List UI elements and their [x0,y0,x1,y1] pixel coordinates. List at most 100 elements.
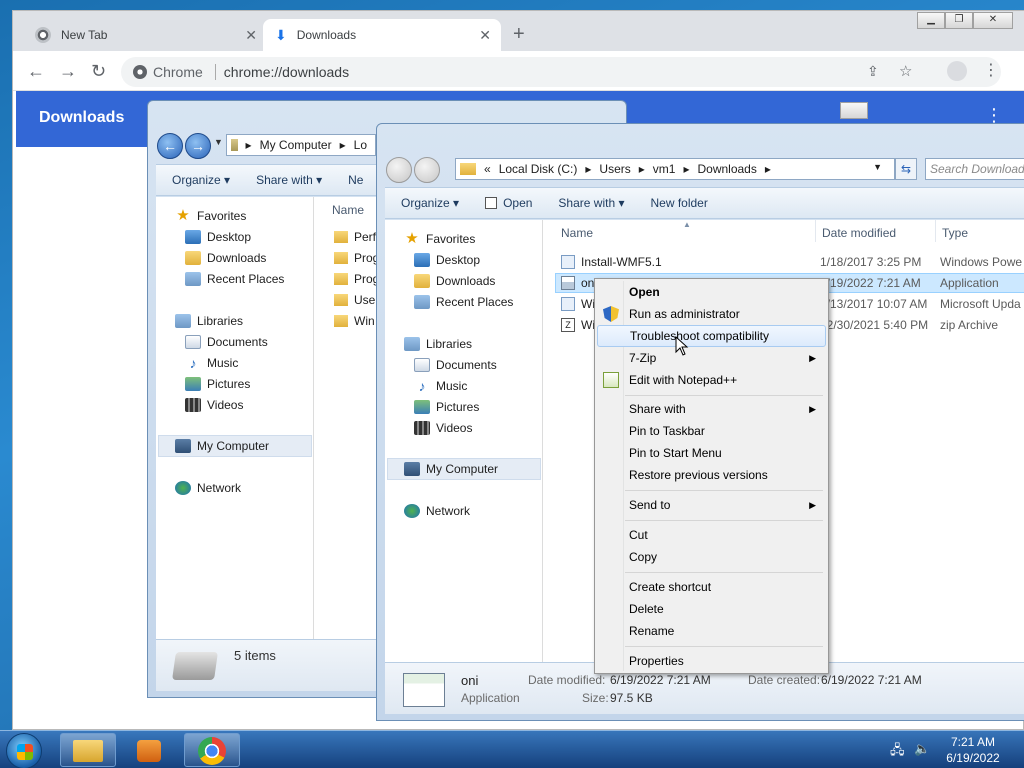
taskbar-media-player[interactable] [122,733,178,767]
nav-libraries[interactable]: Libraries [175,314,243,328]
reload-button[interactable]: ↻ [91,61,106,82]
menu-item-edit-with-notepad[interactable]: Edit with Notepad++ [597,369,826,391]
nav-recent-places[interactable]: Recent Places [414,295,513,309]
minimize-button[interactable]: ▁ [917,12,945,29]
address-bar[interactable]: « Local Disk (C:) ▸ Users ▸ vm1 ▸ Downlo… [455,158,895,180]
bookmark-star-icon[interactable]: ☆ [899,62,912,80]
menu-item-rename[interactable]: Rename [597,620,826,642]
start-button[interactable] [6,733,42,768]
explorer-folder-icon [73,740,103,762]
address-crumb[interactable]: My Computer [260,138,332,152]
menu-item-send-to[interactable]: Send to ▶ [597,494,826,516]
list-item[interactable]: User [334,290,379,310]
back-arrow-icon[interactable]: ← [157,133,183,159]
share-with-button[interactable]: Share with ▾ [240,173,332,187]
share-icon[interactable]: ⇪ [867,63,879,80]
forward-arrow-icon[interactable]: → [185,133,211,159]
address-crumb[interactable]: Lo [354,138,367,152]
address-crumb[interactable]: Downloads [697,162,756,176]
column-header-name[interactable]: Name [561,226,593,240]
nav-libraries[interactable]: Libraries [404,337,472,351]
menu-item-cut[interactable]: Cut [597,524,826,546]
volume-icon[interactable]: 🔈 [914,741,930,757]
table-row[interactable]: Install-WMF5.1 1/18/2017 3:25 PM Windows… [561,252,1024,272]
nav-network[interactable]: Network [404,504,470,518]
chevron-down-icon[interactable]: ▼ [214,137,223,147]
menu-item-pin-to-taskbar[interactable]: Pin to Taskbar [597,420,826,442]
menu-item-7zip[interactable]: 7-Zip ▶ [597,347,826,369]
nav-favorites[interactable]: ★ Favorites [175,208,246,223]
computer-icon [231,139,238,151]
close-tab-icon[interactable]: ✕ [479,27,491,44]
back-arrow-icon[interactable] [386,157,412,183]
computer-icon [175,439,191,453]
address-bar[interactable]: ▸ My Computer ▸ Lo [226,134,376,156]
list-item[interactable]: Win [334,311,375,331]
column-header-type[interactable]: Type [942,226,968,240]
tab-downloads[interactable]: ⬇ Downloads ✕ [263,19,501,51]
back-button[interactable]: ← [27,61,45,82]
nav-desktop[interactable]: Desktop [185,230,251,244]
close-window-button[interactable]: ✕ [973,12,1013,29]
menu-item-troubleshoot-compatibility[interactable]: Troubleshoot compatibility [597,325,826,347]
address-crumb[interactable]: « [484,162,491,176]
nav-favorites[interactable]: ★ Favorites [404,231,475,246]
forward-button[interactable]: → [59,61,77,82]
nav-pictures[interactable]: Pictures [414,400,479,414]
new-tab-button[interactable]: + [513,23,525,46]
nav-videos[interactable]: Videos [414,421,472,435]
new-folder-button[interactable]: New folder [634,196,717,210]
taskbar-explorer[interactable] [60,733,116,767]
notepad-plus-plus-icon [603,372,619,388]
refresh-icon[interactable]: ⇆ [895,158,917,180]
menu-item-pin-to-start-menu[interactable]: Pin to Start Menu [597,442,826,464]
menu-item-copy[interactable]: Copy [597,546,826,568]
list-item[interactable]: Prog [334,248,379,268]
nav-downloads[interactable]: Downloads [414,274,495,288]
close-tab-icon[interactable]: ✕ [245,27,257,44]
chevron-down-icon[interactable]: ▼ [873,162,882,172]
nav-pictures[interactable]: Pictures [185,377,250,391]
menu-item-create-shortcut[interactable]: Create shortcut [597,576,826,598]
clock[interactable]: 7:21 AM 6/19/2022 [938,734,1008,766]
list-item[interactable]: Prog [334,269,379,289]
menu-item-delete[interactable]: Delete [597,598,826,620]
list-item[interactable]: Perf [334,227,376,247]
omnibox[interactable]: Chrome chrome://downloads ⇪ ☆ [121,57,1001,87]
organize-button[interactable]: Organize ▾ [385,196,469,210]
profile-avatar[interactable] [947,61,967,81]
menu-item-restore-previous-versions[interactable]: Restore previous versions [597,464,826,486]
address-crumb[interactable]: Users [599,162,630,176]
address-crumb[interactable]: vm1 [653,162,676,176]
nav-my-computer[interactable]: My Computer [387,458,541,480]
menu-item-share-with[interactable]: Share with ▶ [597,398,826,420]
nav-my-computer[interactable]: My Computer [158,435,312,457]
maximize-button[interactable]: ❐ [945,12,973,29]
menu-kebab-icon[interactable]: ⋮ [983,60,999,80]
menu-item-run-as-administrator[interactable]: Run as administrator [597,303,826,325]
open-button[interactable]: Open [469,196,542,210]
menu-item-properties[interactable]: Properties [597,650,826,672]
column-header-date[interactable]: Date modified [822,226,896,240]
share-with-button[interactable]: Share with ▾ [542,196,634,210]
new-folder-button[interactable]: Ne [332,173,373,187]
nav-recent-places[interactable]: Recent Places [185,272,284,286]
pictures-icon [414,400,430,414]
nav-desktop[interactable]: Desktop [414,253,480,267]
column-header-name[interactable]: Name [332,203,364,217]
nav-music[interactable]: ♪ Music [414,379,468,393]
menu-item-open[interactable]: Open [597,281,826,303]
taskbar-chrome[interactable] [184,733,240,767]
address-crumb[interactable]: Local Disk (C:) [499,162,578,176]
nav-network[interactable]: Network [175,481,241,495]
organize-button[interactable]: Organize ▾ [156,173,240,187]
network-tray-icon[interactable]: 🖧 [890,741,905,763]
search-input[interactable]: Search Downloads [925,158,1024,180]
tab-new-tab[interactable]: New Tab ✕ [23,19,267,51]
nav-documents[interactable]: Documents [185,335,268,349]
nav-downloads[interactable]: Downloads [185,251,266,265]
nav-videos[interactable]: Videos [185,398,243,412]
nav-music[interactable]: ♪ Music [185,356,239,370]
nav-documents[interactable]: Documents [414,358,497,372]
forward-arrow-icon[interactable] [414,157,440,183]
